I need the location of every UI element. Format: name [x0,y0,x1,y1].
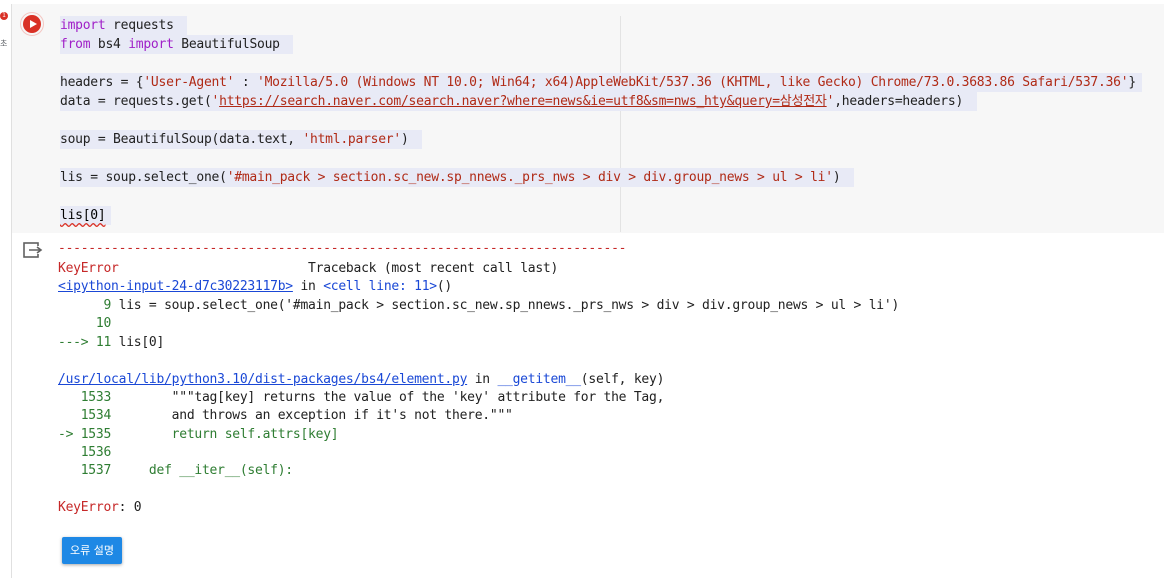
code-token: requests [105,18,182,33]
code-token: '#main_pack > section.sc_new.sp_nnews._p… [226,170,833,185]
code-token: : [234,75,257,90]
code-token: ,headers=headers) [834,94,971,109]
code-token: soup = BeautifulSoup(data.text, [60,132,303,147]
code-line[interactable] [60,54,66,73]
error-arrow: -> 1535 [58,427,112,442]
execution-count-badge: 1 [0,12,8,20]
execution-time-label: 초 [0,39,8,48]
in-text: in [467,372,498,387]
code-token: from [60,37,91,52]
source-code: def __iter__(self): [111,463,293,478]
code-line[interactable]: headers = {'User-Agent' : 'Mozilla/5.0 (… [60,73,1142,92]
context-code: lis = soup.select_one('#main_pack > sect… [118,298,900,313]
in-text: in [292,279,324,294]
traceback-separator: ----------------------------------------… [58,241,627,256]
code-token: data = requests.get( [60,94,212,109]
source-line-1537: 1537 def __iter__(self): [58,462,293,480]
code-editor[interactable]: import requests from bs4 import Beautifu… [50,10,1160,230]
code-token: lis[0] [60,208,106,223]
source-code: """tag[key] returns the value of the 'ke… [111,390,665,405]
traceback-title: Traceback (most recent call last) [308,261,559,276]
code-token: ) [832,170,848,185]
explain-error-button[interactable]: 오류 설명 [62,537,122,564]
code-token: import [60,18,106,33]
line-number: 1537 [58,463,112,478]
source-line-1535: -> 1535 return self.attrs[key] [58,426,339,444]
context-line-9: 9 lis = soup.select_one('#main_pack > se… [58,297,899,315]
line-number: 1533 [58,390,112,405]
code-token: 'Mozilla/5.0 (Windows NT 10.0; Win64; x6… [257,75,1129,90]
code-token: import [128,37,174,52]
code-token: bs4 [90,37,129,52]
context-code: lis[0] [118,335,165,350]
error-message: : 0 [118,500,142,515]
code-line[interactable]: from bs4 import BeautifulSoup [60,35,294,54]
code-line[interactable]: lis = soup.select_one('#main_pack > sect… [60,168,854,187]
code-token: 'html.parser' [302,132,401,147]
code-token: } [1128,75,1136,90]
code-token: ) [400,132,417,147]
source-line-1536: 1536 [58,445,112,460]
cell-line-ref: <cell line: 11> [323,279,437,294]
code-line[interactable]: data = requests.get('https://search.nave… [60,92,977,111]
error-type: KeyError [58,500,119,515]
code-token: ' [211,94,220,109]
output-options-icon[interactable] [23,242,43,258]
function-args: (self, key) [580,372,665,387]
traceback-header-line: KeyError Traceback (most recent call las… [58,260,558,278]
source-line-1534: 1534 and throws an exception if it's not… [58,407,513,425]
context-line-11: ---> 11 lis[0] [58,334,164,352]
code-line[interactable]: lis[0] [60,206,112,225]
line-number: 9 [58,298,119,313]
element-py-link[interactable]: /usr/local/lib/python3.10/dist-packages/… [58,372,467,387]
execution-status: 1 초 [0,12,8,48]
source-code: and throws an exception if it's not ther… [111,408,513,423]
line-number: 1534 [58,408,112,423]
error-arrow: ---> 11 [58,335,119,350]
code-token: BeautifulSoup [173,37,288,52]
code-token: headers = { [60,75,144,90]
source-line-1533: 1533 """tag[key] returns the value of th… [58,389,665,407]
code-line[interactable] [60,111,66,130]
run-cell-button[interactable] [20,12,44,36]
code-token: https://search.naver.com/search.naver?wh… [219,94,827,109]
code-token: lis = soup.select_one( [60,170,227,185]
frame-location-2: /usr/local/lib/python3.10/dist-packages/… [58,371,664,389]
ipython-input-link[interactable]: <ipython-input-24-d7c30223117b> [58,279,293,294]
code-line[interactable]: import requests [60,16,188,35]
code-line[interactable] [60,149,66,168]
final-error-line: KeyError: 0 [58,499,142,517]
call-parens: () [436,279,453,294]
frame-location-1: <ipython-input-24-d7c30223117b> in <cell… [58,278,452,296]
code-line[interactable] [60,187,66,206]
context-line-10: 10 [58,316,112,331]
function-name: __getitem__ [497,372,581,387]
source-code: return self.attrs[key] [111,427,339,442]
code-line[interactable]: soup = BeautifulSoup(data.text, 'html.pa… [60,130,423,149]
error-type: KeyError [58,261,119,276]
code-token: 'User-Agent' [143,75,235,90]
